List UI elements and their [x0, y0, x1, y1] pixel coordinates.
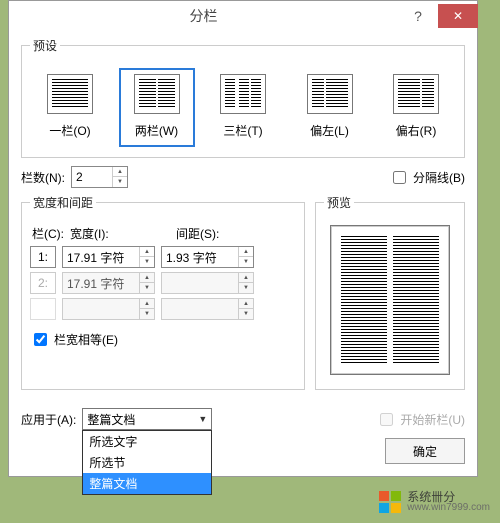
spin-down-icon: ▼: [239, 283, 253, 293]
preset-left[interactable]: 偏左(L): [292, 68, 368, 147]
row-num: [30, 298, 56, 320]
close-icon: ✕: [453, 9, 463, 23]
header-spacing: 间距(S):: [176, 225, 276, 242]
preset-icon: [307, 74, 353, 114]
preset-icon: [393, 74, 439, 114]
preset-label: 两栏(W): [123, 122, 191, 139]
dialog-body: 预设 一栏(O)两栏(W)三栏(T)偏左(L)偏右(R) 栏数(N): ▲▼ 分…: [9, 31, 477, 476]
help-button[interactable]: ?: [398, 8, 438, 24]
spinner-input[interactable]: [162, 247, 238, 267]
preset-label: 三栏(T): [209, 122, 277, 139]
header-col: 栏(C):: [32, 225, 66, 242]
preset-two[interactable]: 两栏(W): [119, 68, 195, 147]
width-spacing-legend: 宽度和间距: [30, 194, 96, 211]
separator-label: 分隔线(B): [413, 169, 465, 186]
preview-group: 预览: [315, 194, 465, 390]
spin-down-icon[interactable]: ▼: [140, 257, 154, 267]
titlebar: 分栏 ? ✕: [9, 1, 477, 31]
col-count-spinner[interactable]: ▲▼: [71, 166, 128, 188]
equal-width-checkbox[interactable]: 栏宽相等(E): [30, 330, 118, 349]
preset-label: 偏左(L): [296, 122, 364, 139]
spin-up-icon[interactable]: ▲: [113, 167, 127, 177]
spinner-input: [162, 273, 238, 293]
equal-width-input[interactable]: [34, 333, 47, 346]
spin-up-icon: ▲: [140, 299, 154, 309]
presets-group: 预设 一栏(O) 两栏(W) 三栏(T) 偏左(L) 偏右(R): [21, 37, 465, 158]
spin-down-icon[interactable]: ▼: [113, 177, 127, 187]
separator-checkbox[interactable]: 分隔线(B): [389, 168, 465, 187]
chevron-down-icon: ▼: [198, 414, 207, 424]
spinner-input: [63, 273, 139, 293]
apply-to-listbox[interactable]: 所选文字所选节整篇文档: [82, 430, 212, 495]
preview-image: [330, 225, 450, 375]
spinner: ▲▼: [62, 298, 155, 320]
spinner: ▲▼: [161, 272, 254, 294]
preset-one[interactable]: 一栏(O): [32, 68, 108, 147]
preset-three[interactable]: 三栏(T): [205, 68, 281, 147]
preset-label: 一栏(O): [36, 122, 104, 139]
col-count-label: 栏数(N):: [21, 169, 65, 186]
spinner-input: [162, 299, 238, 319]
preset-icon: [220, 74, 266, 114]
separator-input[interactable]: [393, 171, 406, 184]
spinner: ▲▼: [62, 272, 155, 294]
columns-dialog: 分栏 ? ✕ 预设 一栏(O) 两栏(W) 三栏(T) 偏左(L) 偏右(R) 栏数(N…: [8, 0, 478, 477]
watermark-site: www.win7999.com: [407, 503, 490, 513]
preset-icon: [47, 74, 93, 114]
spinner-input: [63, 299, 139, 319]
preset-label: 偏右(R): [382, 122, 450, 139]
watermark: 系统卌分 www.win7999.com: [379, 491, 490, 513]
spinner: ▲▼: [161, 298, 254, 320]
preset-right[interactable]: 偏右(R): [378, 68, 454, 147]
start-new-label: 开始新栏(U): [400, 411, 465, 428]
header-width: 宽度(I):: [70, 225, 172, 242]
column-row-empty: ▲▼▲▼: [30, 298, 296, 320]
spin-down-icon: ▼: [140, 309, 154, 319]
apply-to-option[interactable]: 所选节: [83, 452, 211, 473]
spinner[interactable]: ▲▼: [161, 246, 254, 268]
apply-to-option[interactable]: 整篇文档: [83, 473, 211, 494]
presets-legend: 预设: [30, 37, 60, 54]
close-button[interactable]: ✕: [438, 4, 478, 28]
start-new-checkbox: 开始新栏(U): [376, 410, 465, 429]
ok-button[interactable]: 确定: [385, 438, 465, 464]
preset-icon: [134, 74, 180, 114]
spinner[interactable]: ▲▼: [62, 246, 155, 268]
preview-legend: 预览: [324, 194, 354, 211]
dialog-title: 分栏: [9, 6, 398, 26]
spin-down-icon[interactable]: ▼: [239, 257, 253, 267]
apply-to-value: 整篇文档: [87, 411, 135, 428]
apply-to-label: 应用于(A):: [21, 411, 76, 428]
row-num: 2:: [30, 272, 56, 294]
spin-up-icon: ▲: [239, 299, 253, 309]
apply-to-dropdown[interactable]: 整篇文档 ▼: [82, 408, 212, 430]
start-new-input: [380, 413, 393, 426]
spin-up-icon: ▲: [140, 273, 154, 283]
apply-to-option[interactable]: 所选文字: [83, 431, 211, 452]
preview-col: [341, 236, 387, 364]
row-num: 1:: [30, 246, 56, 268]
preview-col: [393, 236, 439, 364]
equal-width-label: 栏宽相等(E): [54, 331, 118, 348]
spinner-btns[interactable]: ▲▼: [112, 167, 127, 187]
col-count-input[interactable]: [72, 167, 112, 187]
column-row: 1:▲▼▲▼: [30, 246, 296, 268]
ms-logo-icon: [379, 491, 401, 513]
spin-up-icon: ▲: [239, 273, 253, 283]
spin-up-icon[interactable]: ▲: [140, 247, 154, 257]
column-row: 2:▲▼▲▼: [30, 272, 296, 294]
spin-down-icon: ▼: [239, 309, 253, 319]
spinner-input[interactable]: [63, 247, 139, 267]
spin-down-icon: ▼: [140, 283, 154, 293]
spin-up-icon[interactable]: ▲: [239, 247, 253, 257]
width-spacing-group: 宽度和间距 栏(C): 宽度(I): 间距(S): 1:▲▼▲▼2:▲▼▲▼▲▼…: [21, 194, 305, 390]
